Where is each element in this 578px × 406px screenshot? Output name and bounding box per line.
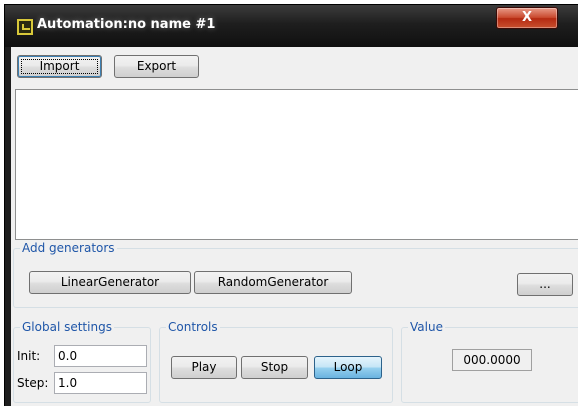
title-bar[interactable]: Automation:no name #1 X (5, 5, 578, 47)
window-client-area: Import Export Add generators LinearGener… (11, 47, 578, 406)
init-input[interactable] (54, 345, 147, 367)
automation-window: Automation:no name #1 X Import Export Ad… (4, 4, 578, 406)
linear-generator-button[interactable]: LinearGenerator (29, 271, 191, 294)
play-button[interactable]: Play (171, 356, 237, 379)
import-button[interactable]: Import (17, 55, 102, 78)
export-button[interactable]: Export (114, 55, 199, 78)
close-button[interactable]: X (496, 7, 558, 29)
stop-button[interactable]: Stop (241, 356, 308, 379)
controls-label: Controls (166, 319, 220, 335)
window-title: Automation:no name #1 (37, 17, 216, 32)
value-label: Value (408, 319, 445, 335)
step-input[interactable] (54, 372, 147, 394)
init-label: Init: (17, 349, 41, 363)
app-icon (17, 19, 33, 35)
step-label: Step: (17, 376, 49, 390)
random-generator-button[interactable]: RandomGenerator (194, 271, 352, 294)
add-generators-label: Add generators (20, 240, 117, 256)
automation-list[interactable] (15, 89, 578, 240)
more-generators-button[interactable]: ... (517, 273, 573, 296)
loop-toggle-button[interactable]: Loop (314, 356, 382, 379)
value-display: 000.0000 (452, 349, 532, 371)
global-settings-label: Global settings (20, 319, 114, 335)
